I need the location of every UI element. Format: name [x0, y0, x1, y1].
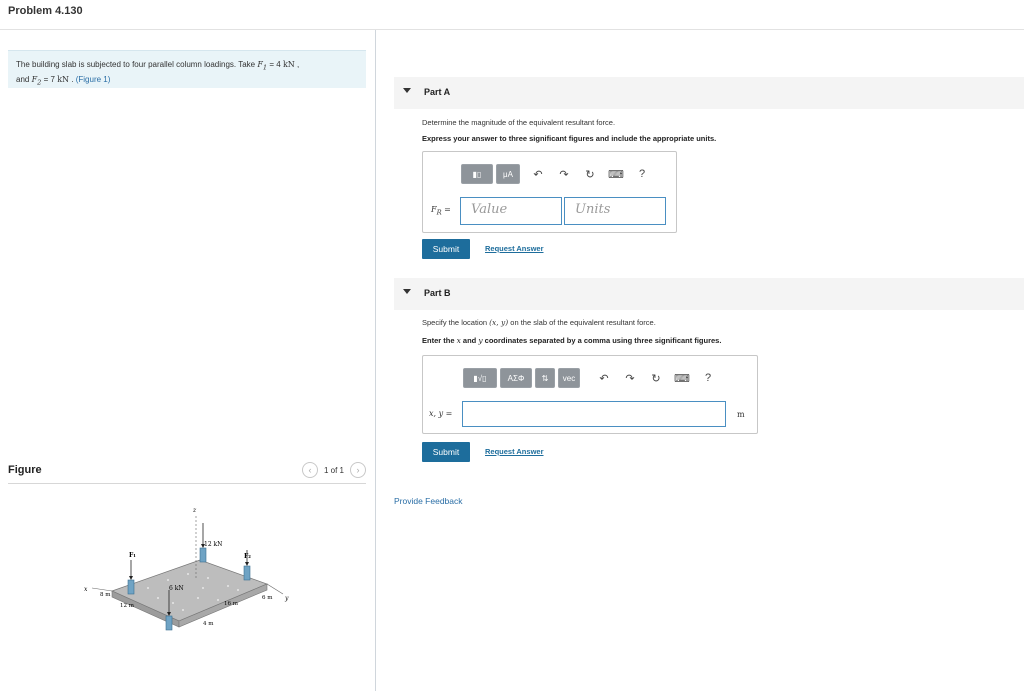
part-a-submit-button[interactable]: Submit [422, 239, 470, 259]
x-axis [91, 587, 113, 592]
part-b-instruction-a: Specify the location [422, 318, 490, 327]
label-12kn: 12 kN [204, 541, 222, 548]
y-axis-label: y [284, 595, 289, 602]
f2-equals: = 7 [41, 74, 58, 84]
part-a-label: Part A [424, 87, 451, 97]
dimension-16m: 16 m [224, 601, 239, 607]
z-axis-label: z [192, 507, 197, 514]
matrix-template-button[interactable]: ▮▯ [461, 164, 493, 184]
vector-button[interactable]: vec [558, 368, 580, 388]
f1-unit: kN [282, 60, 295, 69]
part-b-request-answer-link[interactable]: Request Answer [485, 447, 544, 456]
redo-icon[interactable]: ↷ [619, 368, 641, 388]
xy-math: (x, y) [489, 318, 509, 327]
value-input[interactable]: Value [460, 197, 562, 225]
part-b-instruction: Specify the location (x, y) on the slab … [422, 318, 656, 327]
part-b-answer-box: ▮√▯ ΑΣΦ ⇅ vec ↶ ↷ ↻ ⌨ ? x, y = m [422, 355, 758, 434]
part-b-bold-instruction: Enter the x and y coordinates separated … [422, 336, 721, 345]
part-a-header[interactable]: Part A [394, 77, 1024, 109]
part-a-instruction: Determine the magnitude of the equivalen… [422, 118, 616, 127]
help-icon[interactable]: ? [697, 368, 719, 388]
building-slab-figure: z 12 kN F₁ F₂ 6 kN x y 8 m 12 m 16 m 6 m… [84, 507, 289, 631]
x-axis-label: x [84, 586, 88, 593]
part-b-label: Part B [424, 288, 451, 298]
dimension-12m: 12 m [120, 603, 135, 609]
previous-figure-button[interactable]: ‹ [301, 462, 318, 478]
units-input[interactable]: Units [564, 197, 666, 225]
statement-text: The building slab is subjected to four p… [16, 60, 258, 69]
column-12kn [199, 547, 207, 563]
dimension-4m: 4 m [203, 621, 214, 627]
bold-c: coordinates separated by a comma using t… [482, 336, 722, 345]
dimension-8m: 8 m [100, 592, 111, 598]
fr-label: FR = [431, 205, 451, 217]
collapse-caret-icon[interactable] [403, 88, 411, 93]
label-6kn: 6 kN [169, 585, 184, 592]
fr-equals: = [441, 205, 451, 214]
part-a-answer-box: ▮▯ μA ↶ ↷ ↻ ⌨ ? FR = Value Units [422, 151, 677, 233]
meters-unit: m [737, 410, 745, 419]
units-button[interactable]: μA [496, 164, 520, 184]
parts-panel: Part A Determine the magnitude of the eq… [376, 30, 1024, 691]
undo-icon[interactable]: ↶ [593, 368, 615, 388]
figure-pager: ‹ 1 of 1 › [301, 462, 366, 478]
collapse-caret-icon[interactable] [403, 289, 411, 294]
undo-icon[interactable]: ↶ [527, 164, 549, 184]
period: . [69, 74, 76, 84]
label-f1: F₁ [129, 552, 136, 559]
keyboard-icon[interactable]: ⌨ [605, 164, 627, 184]
greek-symbols-button[interactable]: ΑΣΦ [500, 368, 532, 388]
xy-input[interactable] [462, 401, 726, 427]
reset-icon[interactable]: ↻ [579, 164, 601, 184]
problem-statement: The building slab is subjected to four p… [8, 50, 366, 88]
top-bar: Problem 4.130 [0, 0, 1024, 30]
problem-title: Problem 4.130 [8, 5, 83, 17]
label-f2: F₂ [244, 553, 251, 560]
dimension-6m: 6 m [262, 595, 273, 601]
figure-label: Figure [8, 464, 42, 476]
part-b-instruction-b: on the slab of the equivalent resultant … [508, 318, 656, 327]
redo-icon[interactable]: ↷ [553, 164, 575, 184]
statement-text-2: and [16, 74, 32, 84]
bold-a: Enter the [422, 336, 457, 345]
reset-icon[interactable]: ↻ [645, 368, 667, 388]
part-a-toolbar: ▮▯ μA ↶ ↷ ↻ ⌨ ? [461, 164, 653, 184]
templates-button[interactable]: ▮√▯ [463, 368, 497, 388]
figure-link[interactable]: (Figure 1) [76, 75, 111, 84]
help-icon[interactable]: ? [631, 164, 653, 184]
part-a-request-answer-link[interactable]: Request Answer [485, 244, 544, 253]
provide-feedback-link[interactable]: Provide Feedback [394, 496, 463, 506]
part-b-submit-button[interactable]: Submit [422, 442, 470, 462]
part-b-toolbar: ▮√▯ ΑΣΦ ⇅ vec ↶ ↷ ↻ ⌨ ? [463, 368, 719, 388]
column-f1 [127, 579, 135, 595]
arrows-button[interactable]: ⇅ [535, 368, 555, 388]
part-a-bold-instruction: Express your answer to three significant… [422, 134, 717, 143]
column-f2 [243, 565, 251, 581]
next-figure-button[interactable]: › [350, 462, 366, 478]
y-axis [266, 583, 284, 595]
f2-unit: kN [57, 74, 70, 84]
keyboard-icon[interactable]: ⌨ [671, 368, 693, 388]
comma: , [294, 60, 300, 69]
bold-b: and [460, 336, 479, 345]
xy-label: x, y = [429, 409, 453, 418]
part-b-header[interactable]: Part B [394, 278, 1024, 310]
pager-text: 1 of 1 [323, 465, 344, 475]
column-6kn [165, 615, 173, 631]
f1-equals: = 4 [267, 60, 283, 69]
